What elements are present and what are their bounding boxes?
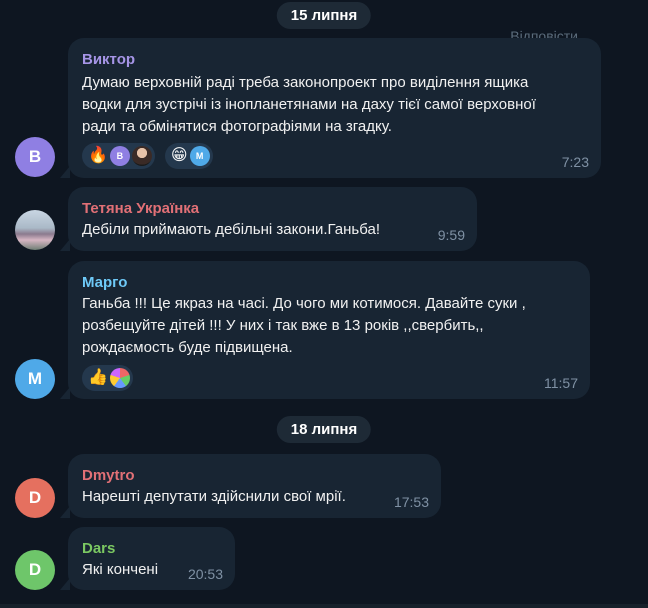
sender-name[interactable]: Виктор bbox=[82, 51, 135, 68]
message-time: 9:59 bbox=[437, 227, 465, 243]
message-bubble[interactable]: Марго Ганьба !!! Це якраз на часі. До чо… bbox=[60, 261, 590, 399]
avatar-letter: D bbox=[28, 488, 42, 507]
message-text-line: Які кончені bbox=[82, 561, 159, 578]
message-bubble[interactable]: Тетяна Українка Дебіли приймають дебільн… bbox=[60, 187, 477, 251]
reactor-photo-avatar bbox=[109, 368, 130, 388]
reactor-photo-avatar bbox=[131, 146, 152, 166]
sender-name[interactable]: Dmytro bbox=[82, 467, 135, 484]
message-time: 11:57 bbox=[544, 375, 578, 391]
reactor-avatar: М bbox=[189, 146, 210, 166]
message-text-line: водки для зустрічі із інопланетянами на … bbox=[82, 96, 536, 113]
message-text-line: рождаємость буде підвищена. bbox=[82, 339, 293, 356]
message-text-line: Дебіли приймають дебільні закони.Ганьба! bbox=[82, 221, 381, 238]
date-separator: 15 липня bbox=[276, 2, 372, 29]
avatar-letter: М bbox=[27, 369, 43, 388]
message-text-line: Нарешті депутати здійснили свої мрії. bbox=[82, 488, 346, 505]
avatar[interactable]: В bbox=[15, 137, 55, 177]
message-text-line: Ганьба !!! Це якраз на часі. До чого ми … bbox=[82, 295, 526, 312]
message-time: 20:53 bbox=[187, 566, 223, 582]
sender-name[interactable]: Марго bbox=[82, 274, 127, 291]
reaction-chip[interactable]: 👍 bbox=[82, 365, 133, 391]
sender-name[interactable]: Тетяна Українка bbox=[82, 200, 199, 217]
message-text-line: Думаю верховній раді треба законопроект … bbox=[82, 74, 529, 91]
reactor-avatar: В bbox=[109, 146, 130, 166]
avatar[interactable]: D bbox=[15, 550, 55, 590]
reactions-row: 🔥 В 😁 М bbox=[82, 143, 213, 169]
message-bubble[interactable]: Dmytro Нарешті депутати здійснили свої м… bbox=[60, 454, 441, 518]
message-bubble[interactable]: Виктор Думаю верховній раді треба законо… bbox=[60, 38, 601, 178]
message-text-line: ради та обмінятися фотографіями на згадк… bbox=[82, 118, 392, 135]
reaction-chip[interactable]: 🔥 В bbox=[82, 143, 155, 169]
thumbs-up-icon: 👍 bbox=[88, 369, 108, 386]
avatar-photo[interactable] bbox=[15, 210, 55, 250]
avatar-letter: D bbox=[28, 560, 42, 579]
message-text-line: розбещуйте дітей !!! У них і так вже в 1… bbox=[82, 317, 484, 334]
message-bubble[interactable]: Dars Які кончені 20:53 bbox=[60, 527, 235, 590]
date-separator: 18 липня bbox=[276, 416, 372, 443]
sender-name[interactable]: Dars bbox=[82, 540, 115, 557]
grin-icon: 😁 bbox=[170, 147, 188, 164]
reactions-row: 👍 bbox=[82, 365, 133, 391]
reaction-chip[interactable]: 😁 М bbox=[164, 143, 213, 169]
message-time: 7:23 bbox=[561, 154, 589, 170]
message-time: 17:53 bbox=[393, 494, 429, 510]
avatar[interactable]: D bbox=[15, 478, 55, 518]
fire-icon: 🔥 bbox=[88, 147, 108, 164]
composer-edge bbox=[0, 604, 648, 608]
avatar-letter: В bbox=[28, 147, 42, 166]
avatar[interactable]: М bbox=[15, 359, 55, 399]
